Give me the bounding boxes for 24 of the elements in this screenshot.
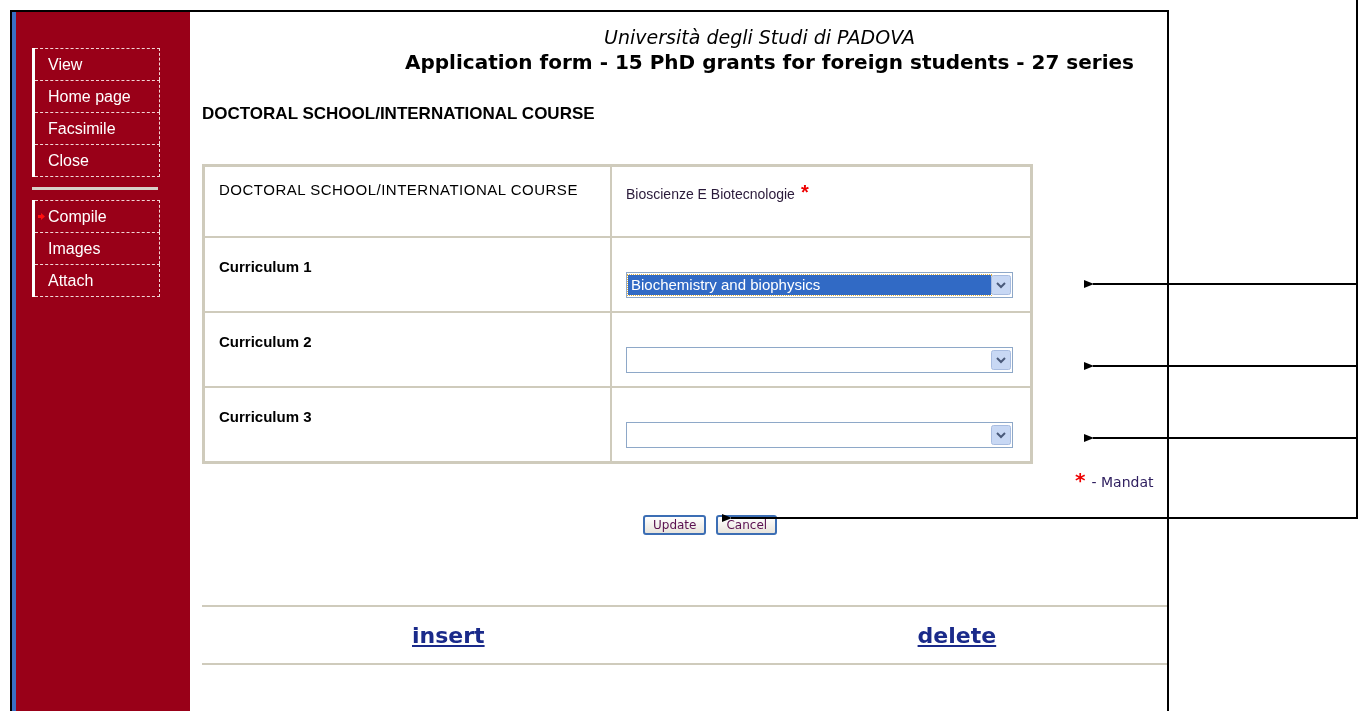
sidebar-item[interactable]: Facsimile — [35, 112, 160, 144]
field-label: Curriculum 2 — [219, 333, 312, 350]
field-label: DOCTORAL SCHOOL/INTERNATIONAL COURSE — [219, 181, 578, 198]
delete-link[interactable]: delete — [917, 622, 997, 648]
university-name: Università degli Studi di PADOVA — [603, 26, 916, 48]
dropdown-field[interactable]: Biochemistry and biophysics — [626, 272, 1013, 298]
field-label: Curriculum 3 — [219, 408, 312, 425]
sidebar-item[interactable]: Compile — [35, 200, 160, 232]
field-value: Bioscienze E Biotecnologie — [626, 186, 795, 202]
insert-link[interactable]: insert — [412, 622, 485, 648]
sidebar-item[interactable]: View — [35, 48, 160, 80]
dropdown-field[interactable] — [626, 422, 1013, 448]
update-button[interactable]: Update — [643, 515, 707, 535]
page-title: Application form - 15 PhD grants for foreign students - 27 series — [404, 50, 1135, 74]
sidebar-item[interactable]: Close — [35, 144, 160, 177]
section-heading: DOCTORAL SCHOOL/INTERNATIONAL COURSE — [202, 104, 596, 124]
sidebar-item[interactable]: Images — [35, 232, 160, 264]
sidebar-item[interactable]: Home page — [35, 80, 160, 112]
required-marker: * — [1075, 468, 1086, 492]
sidebar-item[interactable]: Attach — [35, 264, 160, 297]
required-marker: * — [800, 181, 809, 203]
field-label: Curriculum 1 — [219, 258, 312, 275]
dropdown-field[interactable] — [626, 347, 1013, 373]
mandatory-note: - Mandat — [1091, 474, 1154, 490]
